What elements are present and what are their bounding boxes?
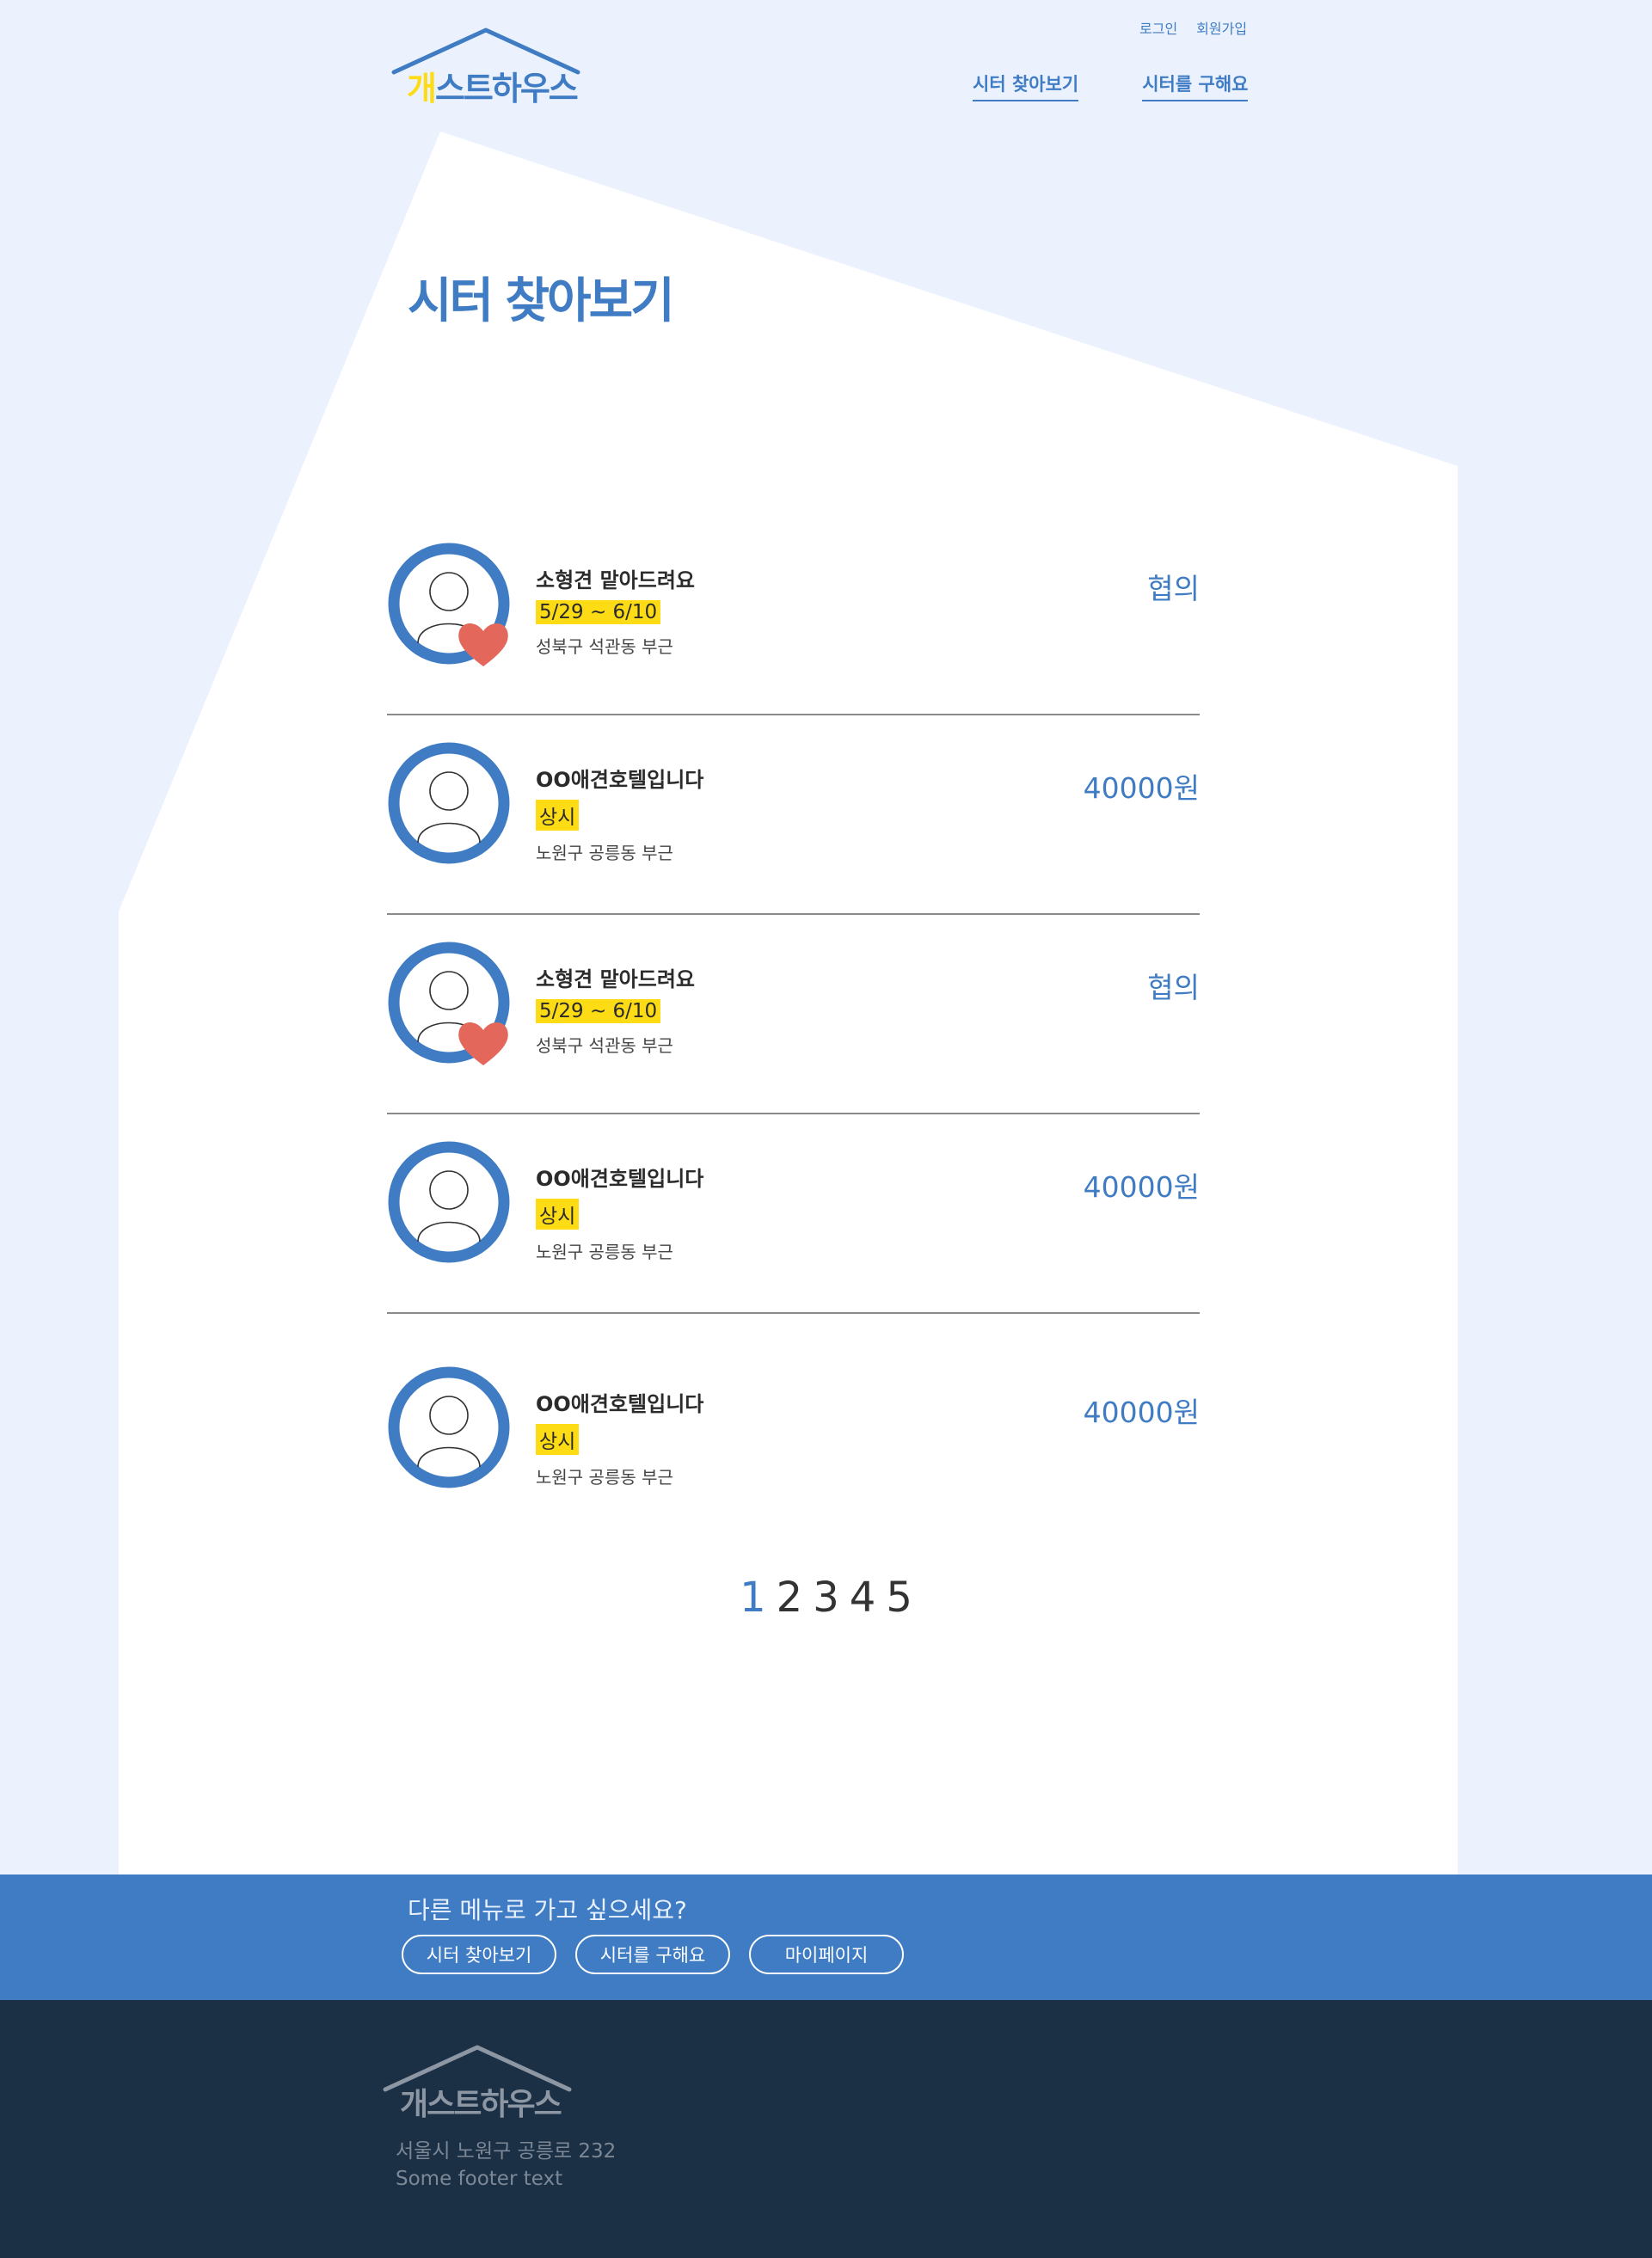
list-item[interactable]: 소형견 맡아드려요 5/29 ~ 6/10 성북구 석관동 부근 협의 — [387, 516, 1200, 715]
footer-text: Some footer text — [396, 2168, 563, 2190]
page-1-link[interactable]: 1 — [740, 1574, 766, 1622]
other-menu-band: 다른 메뉴로 가고 싶으세요? 시터 찾아보기 시터를 구해요 마이페이지 — [0, 1875, 1652, 2000]
nav-find-sitter[interactable]: 시터 찾아보기 — [973, 71, 1079, 101]
avatar-icon — [388, 742, 510, 864]
footer-logo: 개스트하우스 — [383, 2045, 572, 2122]
avatar-icon — [388, 1366, 510, 1488]
availability-badge: 5/29 ~ 6/10 — [536, 999, 661, 1023]
page-5-link[interactable]: 5 — [886, 1574, 912, 1622]
listing-name: OO애견호텔입니다 — [536, 1167, 704, 1191]
mypage-button[interactable]: 마이페이지 — [749, 1935, 904, 1974]
footer-logo-text: 개스트하우스 — [400, 2087, 562, 2122]
avatar-with-heart-icon — [388, 543, 510, 666]
listing-location: 노원구 공릉동 부근 — [536, 1467, 673, 1488]
availability-badge: 상시 — [536, 1199, 580, 1230]
listing-location: 노원구 공릉동 부근 — [536, 843, 673, 863]
find-sitter-button[interactable]: 시터 찾아보기 — [402, 1935, 556, 1974]
login-link[interactable]: 로그인 — [1139, 17, 1177, 38]
main-nav: 시터 찾아보기 시터를 구해요 — [973, 71, 1249, 101]
avatar-with-heart-icon — [388, 942, 510, 1065]
list-item[interactable]: OO애견호텔입니다 상시 노원구 공릉동 부근 40000원 — [387, 715, 1200, 915]
signup-link[interactable]: 회원가입 — [1196, 17, 1247, 38]
page-2-link[interactable]: 2 — [777, 1574, 803, 1622]
listing-name: OO애견호텔입니다 — [536, 1392, 704, 1416]
logo-text: 개스트하우스 — [407, 70, 579, 107]
footer: 개스트하우스 서울시 노원구 공릉로 232 Some footer text — [0, 2000, 1652, 2258]
pagination: 12345 — [0, 1574, 1652, 1622]
other-menu-question: 다른 메뉴로 가고 싶으세요? — [408, 1896, 687, 1924]
listing-location: 성북구 석관동 부근 — [536, 636, 673, 657]
listing-location: 노원구 공릉동 부근 — [536, 1242, 673, 1262]
list-item[interactable]: OO애견호텔입니다 상시 노원구 공릉동 부근 40000원 — [387, 1114, 1200, 1314]
listing-name: 소형견 맡아드려요 — [536, 568, 695, 592]
page-title: 시터 찾아보기 — [408, 273, 675, 329]
availability-badge: 상시 — [536, 1424, 580, 1455]
listing-price: 40000원 — [1083, 1170, 1200, 1204]
listing-name: 소형견 맡아드려요 — [536, 967, 695, 991]
list-item[interactable]: 소형견 맡아드려요 5/29 ~ 6/10 성북구 석관동 부근 협의 — [387, 915, 1200, 1114]
availability-badge: 5/29 ~ 6/10 — [536, 600, 661, 624]
listing-location: 성북구 석관동 부근 — [536, 1035, 673, 1056]
other-menu-buttons: 시터 찾아보기 시터를 구해요 마이페이지 — [402, 1935, 904, 1974]
footer-address: 서울시 노원구 공릉로 232 — [396, 2140, 617, 2163]
page-4-link[interactable]: 4 — [850, 1574, 876, 1622]
listing-price: 40000원 — [1083, 1396, 1200, 1429]
request-sitter-button[interactable]: 시터를 구해요 — [575, 1935, 730, 1974]
listing-price: 40000원 — [1083, 771, 1200, 805]
listing-price: 협의 — [1147, 971, 1200, 1004]
nav-request-sitter[interactable]: 시터를 구해요 — [1142, 71, 1249, 101]
sitter-list: 소형견 맡아드려요 5/29 ~ 6/10 성북구 석관동 부근 협의 OO애견… — [387, 516, 1200, 1555]
logo[interactable]: 개스트하우스 — [391, 28, 580, 107]
availability-badge: 상시 — [536, 800, 580, 831]
listing-name: OO애견호텔입니다 — [536, 768, 704, 792]
top-links: 로그인 회원가입 — [1139, 17, 1247, 38]
footer-info: 서울시 노원구 공릉로 232 Some footer text — [396, 2138, 616, 2193]
page-3-link[interactable]: 3 — [813, 1574, 839, 1622]
list-item[interactable]: OO애견호텔입니다 상시 노원구 공릉동 부근 40000원 — [387, 1314, 1200, 1555]
avatar-icon — [388, 1141, 510, 1263]
listing-price: 협의 — [1147, 572, 1200, 605]
